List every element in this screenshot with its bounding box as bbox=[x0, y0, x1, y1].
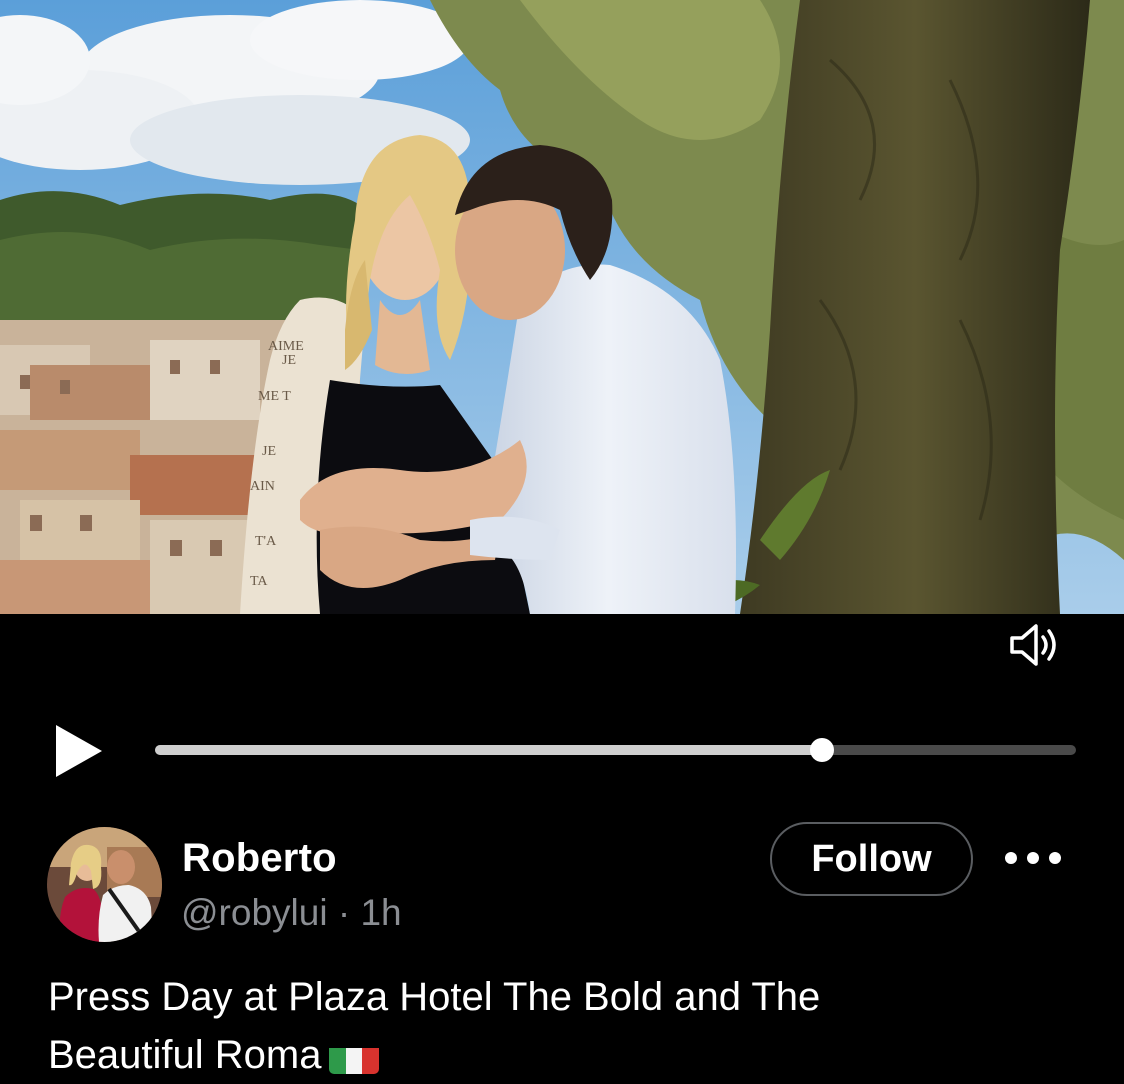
svg-text:JE: JE bbox=[262, 444, 276, 459]
more-options-button[interactable] bbox=[1000, 838, 1066, 878]
svg-text:ME T: ME T bbox=[258, 389, 291, 404]
italy-flag-icon bbox=[329, 1040, 380, 1075]
play-button[interactable] bbox=[52, 722, 106, 780]
author-name[interactable]: Roberto bbox=[182, 836, 337, 881]
play-icon bbox=[56, 725, 102, 777]
meta-separator: · bbox=[337, 892, 351, 933]
avatar[interactable] bbox=[47, 827, 162, 942]
video-progress-fill bbox=[155, 745, 822, 755]
post-text-line-2: Beautiful Roma bbox=[48, 1026, 1088, 1084]
svg-text:JE: JE bbox=[282, 353, 296, 368]
svg-text:AIME: AIME bbox=[268, 339, 304, 354]
post-text-line-2-content: Beautiful Roma bbox=[48, 1033, 322, 1077]
post-meta: @robylui · 1h bbox=[181, 892, 402, 934]
post-text: Press Day at Plaza Hotel The Bold and Th… bbox=[48, 968, 1088, 1084]
video-player[interactable]: AIME JE ME T JE AIN T'A TA bbox=[0, 0, 1124, 614]
more-options-icon bbox=[1005, 852, 1061, 864]
svg-text:AIN: AIN bbox=[250, 479, 275, 494]
svg-text:T'A: T'A bbox=[255, 534, 277, 549]
video-progress-handle[interactable] bbox=[809, 738, 834, 762]
video-controls-bar bbox=[0, 614, 1124, 814]
post-time: 1h bbox=[360, 892, 402, 933]
svg-text:TA: TA bbox=[250, 574, 268, 589]
video-frame-image: AIMEJE ME TJE AINT'A TA bbox=[0, 0, 1124, 614]
follow-button[interactable]: Follow bbox=[770, 822, 973, 896]
author-handle[interactable]: @robylui bbox=[181, 892, 328, 933]
video-progress-slider[interactable] bbox=[155, 738, 1076, 762]
post-text-line-1: Press Day at Plaza Hotel The Bold and Th… bbox=[48, 975, 821, 1019]
speaker-volume-icon[interactable] bbox=[1006, 618, 1060, 672]
